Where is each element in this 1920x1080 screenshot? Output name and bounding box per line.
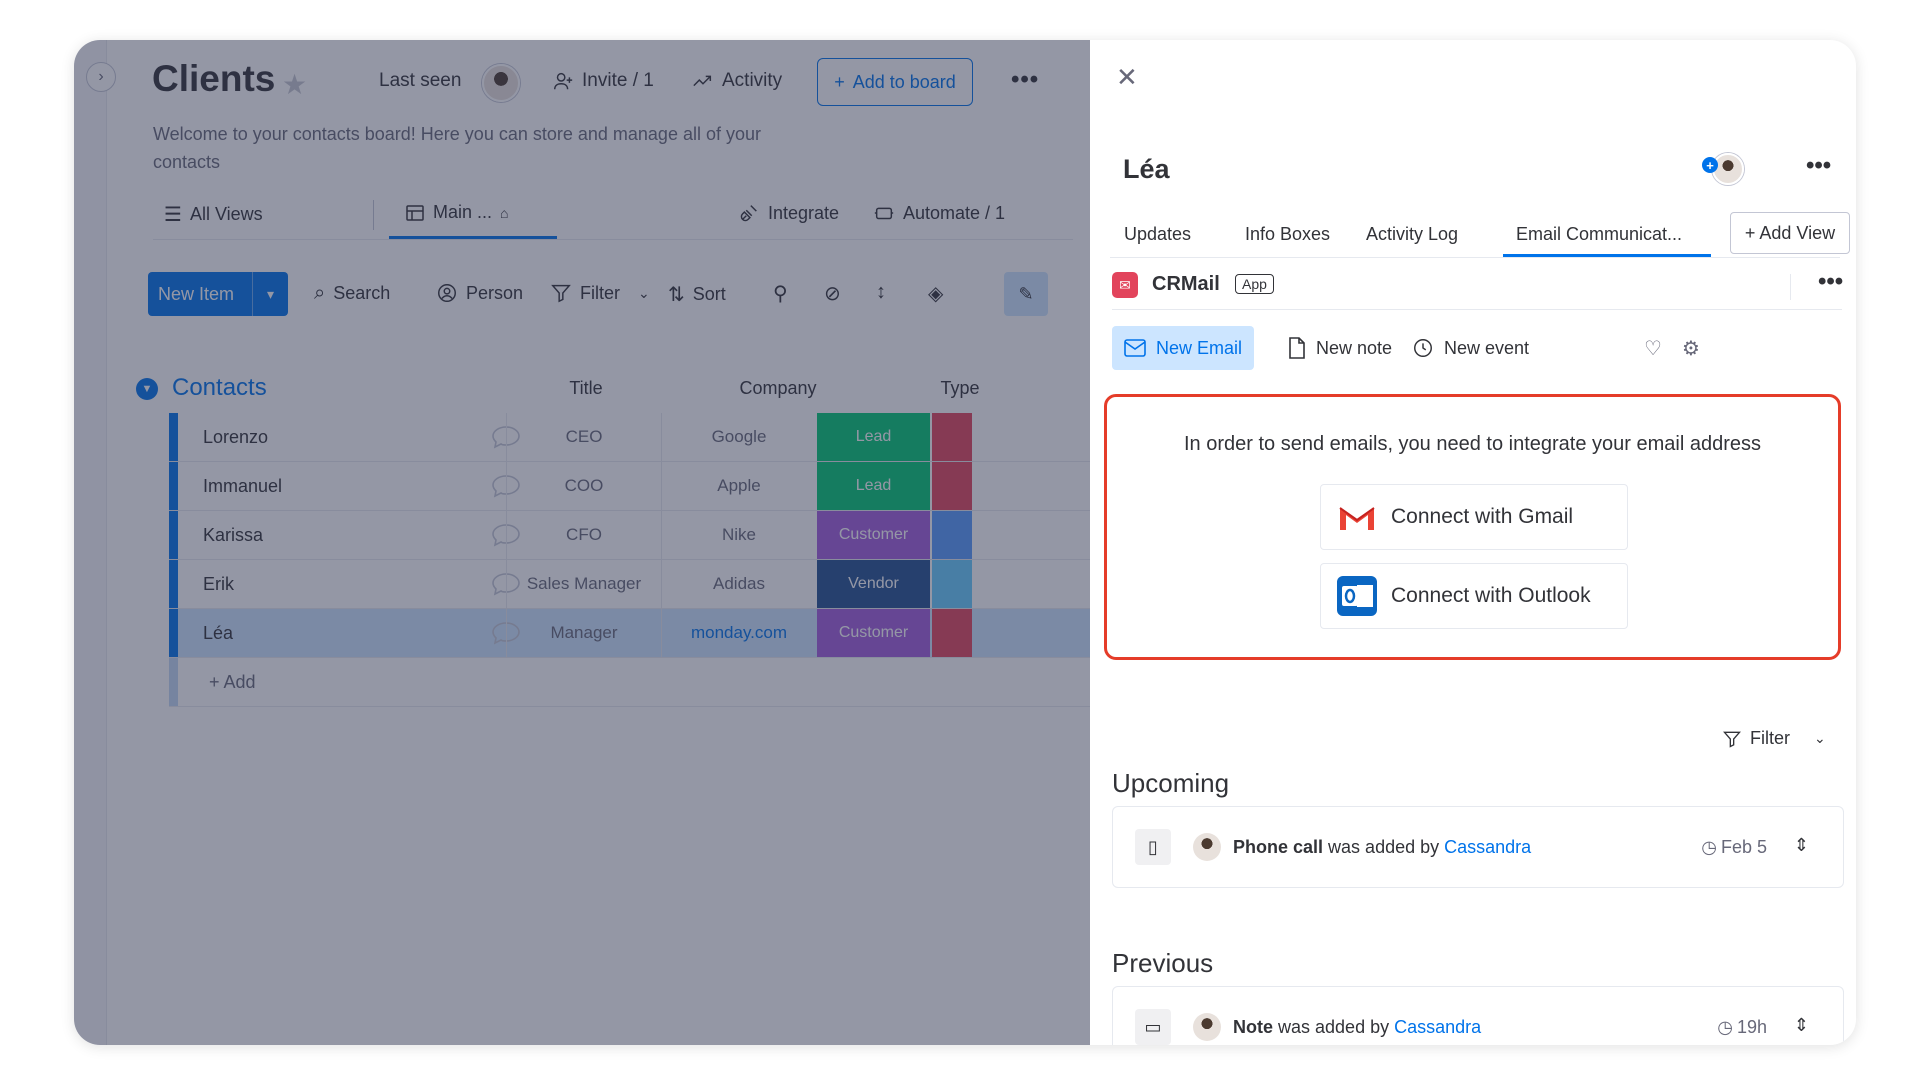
document-icon <box>1289 337 1305 359</box>
mail-app-icon: ✉ <box>1112 272 1138 298</box>
tab-updates[interactable]: Updates <box>1124 224 1191 245</box>
more-options-icon[interactable]: ••• <box>1818 268 1843 296</box>
integration-prompt: In order to send emails, you need to int… <box>1104 394 1841 660</box>
activity-time: ◷ Feb 5 <box>1701 837 1767 858</box>
gear-icon[interactable]: ⚙ <box>1682 336 1700 361</box>
app-header: ✉ CRMail App ••• <box>1112 266 1843 310</box>
activity-verb: was added by <box>1328 837 1440 857</box>
expand-icon[interactable]: ⇕ <box>1794 1015 1809 1036</box>
outlook-icon <box>1335 574 1379 618</box>
tab-activity-log[interactable]: Activity Log <box>1366 224 1458 245</box>
panel-tabs: Updates Info Boxes Activity Log Email Co… <box>1110 204 1850 258</box>
board-view: › Clients ★ Last seen Invite / 1 Activit… <box>74 40 1125 1045</box>
item-detail-panel: ✕ Léa + ••• Updates Info Boxes Activity … <box>1090 40 1856 1045</box>
active-tab-indicator <box>1503 254 1711 257</box>
new-note-button[interactable]: New note <box>1276 326 1404 370</box>
compose-toolbar: New Email New note New event ♡ ⚙ <box>1112 326 1842 370</box>
gmail-icon <box>1335 495 1379 539</box>
clock-icon <box>1414 339 1432 357</box>
upcoming-title: Upcoming <box>1112 768 1230 798</box>
document-icon: ▭ <box>1135 1009 1171 1045</box>
new-event-button[interactable]: New event <box>1400 326 1541 370</box>
activity-author[interactable]: Cassandra <box>1394 1017 1481 1037</box>
tab-info-boxes[interactable]: Info Boxes <box>1245 224 1330 245</box>
new-email-label: New Email <box>1156 337 1243 358</box>
activity-time-label: Feb 5 <box>1720 837 1767 857</box>
new-event-label: New event <box>1444 337 1530 358</box>
app-name: CRMail <box>1152 273 1220 295</box>
chat-heart-icon[interactable]: ♡ <box>1644 336 1662 361</box>
clock-icon: ◷ <box>1717 1017 1733 1037</box>
connect-gmail-button[interactable]: Connect with Gmail <box>1320 484 1628 550</box>
activity-kind: Phone call <box>1233 837 1324 857</box>
activity-verb: was added by <box>1278 1017 1390 1037</box>
new-email-button[interactable]: New Email <box>1112 326 1255 370</box>
connect-outlook-label: Connect with Outlook <box>1391 584 1591 607</box>
integration-message: In order to send emails, you need to int… <box>1184 433 1761 455</box>
divider <box>1790 274 1791 300</box>
filter-label: Filter <box>1750 728 1790 748</box>
avatar <box>1193 1013 1221 1041</box>
activity-time: ◷ 19h <box>1717 1017 1767 1038</box>
more-options-icon[interactable]: ••• <box>1806 152 1831 180</box>
clock-icon: ◷ <box>1701 837 1717 857</box>
activity-text: Phone call was added by Cassandra <box>1233 837 1531 858</box>
item-name[interactable]: Léa <box>1123 154 1170 185</box>
activity-text: Note was added by Cassandra <box>1233 1017 1481 1038</box>
activity-filter-button[interactable]: Filter ⌄ <box>1722 728 1826 749</box>
new-note-label: New note <box>1316 337 1393 358</box>
connect-outlook-button[interactable]: Connect with Outlook <box>1320 563 1628 629</box>
avatar <box>1193 833 1221 861</box>
activity-card-upcoming[interactable]: ▯ Phone call was added by Cassandra ◷ Fe… <box>1112 806 1844 888</box>
add-view-button[interactable]: + Add View <box>1730 212 1850 254</box>
app-badge: App <box>1235 274 1274 294</box>
connect-gmail-label: Connect with Gmail <box>1391 505 1574 528</box>
app-window: › Clients ★ Last seen Invite / 1 Activit… <box>74 40 1856 1045</box>
envelope-icon <box>1124 339 1146 357</box>
chevron-down-icon: ⌄ <box>1814 730 1826 746</box>
filter-icon <box>1723 731 1741 748</box>
previous-title: Previous <box>1112 948 1214 978</box>
expand-icon[interactable]: ⇕ <box>1794 835 1809 856</box>
tab-email-communication[interactable]: Email Communicat... <box>1516 224 1682 245</box>
modal-overlay[interactable] <box>74 40 1090 1045</box>
add-subscriber-icon[interactable]: + <box>1702 157 1718 173</box>
activity-kind: Note <box>1233 1017 1273 1037</box>
activity-card-previous[interactable]: ▭ Note was added by Cassandra ◷ 19h ⇕ <box>1112 986 1844 1045</box>
activity-time-label: 19h <box>1736 1017 1767 1037</box>
activity-author[interactable]: Cassandra <box>1444 837 1531 857</box>
phone-icon: ▯ <box>1135 829 1171 865</box>
close-icon[interactable]: ✕ <box>1116 62 1138 93</box>
